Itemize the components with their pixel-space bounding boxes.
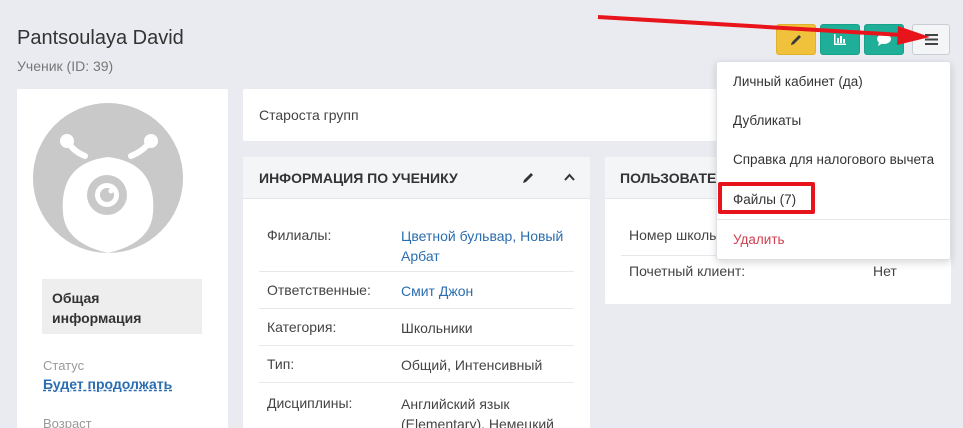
profile-card: Общая информация Статус Будет продолжать…	[17, 89, 228, 428]
row-label: Категория:	[267, 319, 337, 335]
pencil-icon	[791, 34, 801, 45]
avatar	[33, 103, 183, 253]
responsible-link[interactable]: Смит Джон	[401, 281, 571, 301]
row-label: Дисциплины:	[267, 395, 353, 411]
row-label: Почетный клиент:	[629, 263, 746, 279]
row-value: Английский язык (Elementary), Немецкий	[401, 396, 555, 428]
row-label: Тип:	[267, 356, 295, 372]
row-value: Нет	[873, 263, 897, 279]
menu-item-delete[interactable]: Удалить	[717, 232, 950, 247]
menu-item-duplicates[interactable]: Дубликаты	[717, 113, 950, 128]
statistics-button[interactable]	[820, 24, 860, 55]
row-value: Общий, Интенсивный	[401, 357, 543, 373]
status-value-link[interactable]: Будет продолжать	[43, 376, 172, 392]
branches-link[interactable]: Цветной бульвар, Новый Арбат	[401, 226, 571, 266]
action-toolbar	[776, 24, 950, 55]
menu-item-personal-account[interactable]: Личный кабинет (да)	[717, 74, 950, 89]
annotation-highlight-box	[718, 182, 815, 214]
info-row-type: Тип: Общий, Интенсивный	[259, 346, 574, 383]
bar-chart-icon	[834, 34, 846, 45]
age-label: Возраст	[43, 416, 92, 428]
page-title: Pantsoulaya David	[17, 27, 184, 49]
menu-item-tax-certificate[interactable]: Справка для налогового вычета	[717, 152, 950, 167]
info-row-branches: Филиалы: Цветной бульвар, Новый Арбат	[259, 219, 574, 272]
pencil-icon[interactable]	[522, 171, 535, 184]
row-label: Филиалы:	[267, 227, 332, 243]
student-info-title: ИНФОРМАЦИЯ ПО УЧЕНИКУ	[259, 169, 458, 186]
status-label: Статус	[43, 358, 85, 373]
user-fields-title: ПОЛЬЗОВАТЕ	[620, 169, 717, 186]
message-button[interactable]	[864, 24, 904, 55]
info-row-responsible: Ответственные: Смит Джон	[259, 272, 574, 309]
hamburger-menu-icon	[924, 34, 938, 45]
alien-avatar-icon	[33, 103, 183, 253]
edit-button[interactable]	[776, 24, 816, 55]
user-row-honored-client: Почетный клиент: Нет	[621, 256, 935, 293]
info-row-disciplines: Дисциплины: Английский язык (Elementary)…	[259, 383, 574, 428]
general-info-tab[interactable]: Общая информация	[42, 279, 202, 334]
group-role-text: Староста групп	[259, 107, 359, 123]
student-info-header: ИНФОРМАЦИЯ ПО УЧЕНИКУ	[243, 157, 590, 199]
more-actions-dropdown: Личный кабинет (да) Дубликаты Справка дл…	[716, 61, 951, 260]
row-label: Номер школь	[629, 227, 717, 243]
menu-divider	[717, 219, 950, 220]
info-row-category: Категория: Школьники	[259, 309, 574, 346]
student-info-panel: ИНФОРМАЦИЯ ПО УЧЕНИКУ Филиалы: Цветной б…	[243, 157, 590, 428]
chevron-up-icon[interactable]	[564, 173, 575, 181]
row-value: Школьники	[401, 320, 473, 336]
page-subtitle: Ученик (ID: 39)	[17, 58, 114, 74]
chat-bubble-icon	[877, 33, 891, 46]
row-label: Ответственные:	[267, 282, 371, 298]
more-menu-button[interactable]	[912, 24, 950, 55]
